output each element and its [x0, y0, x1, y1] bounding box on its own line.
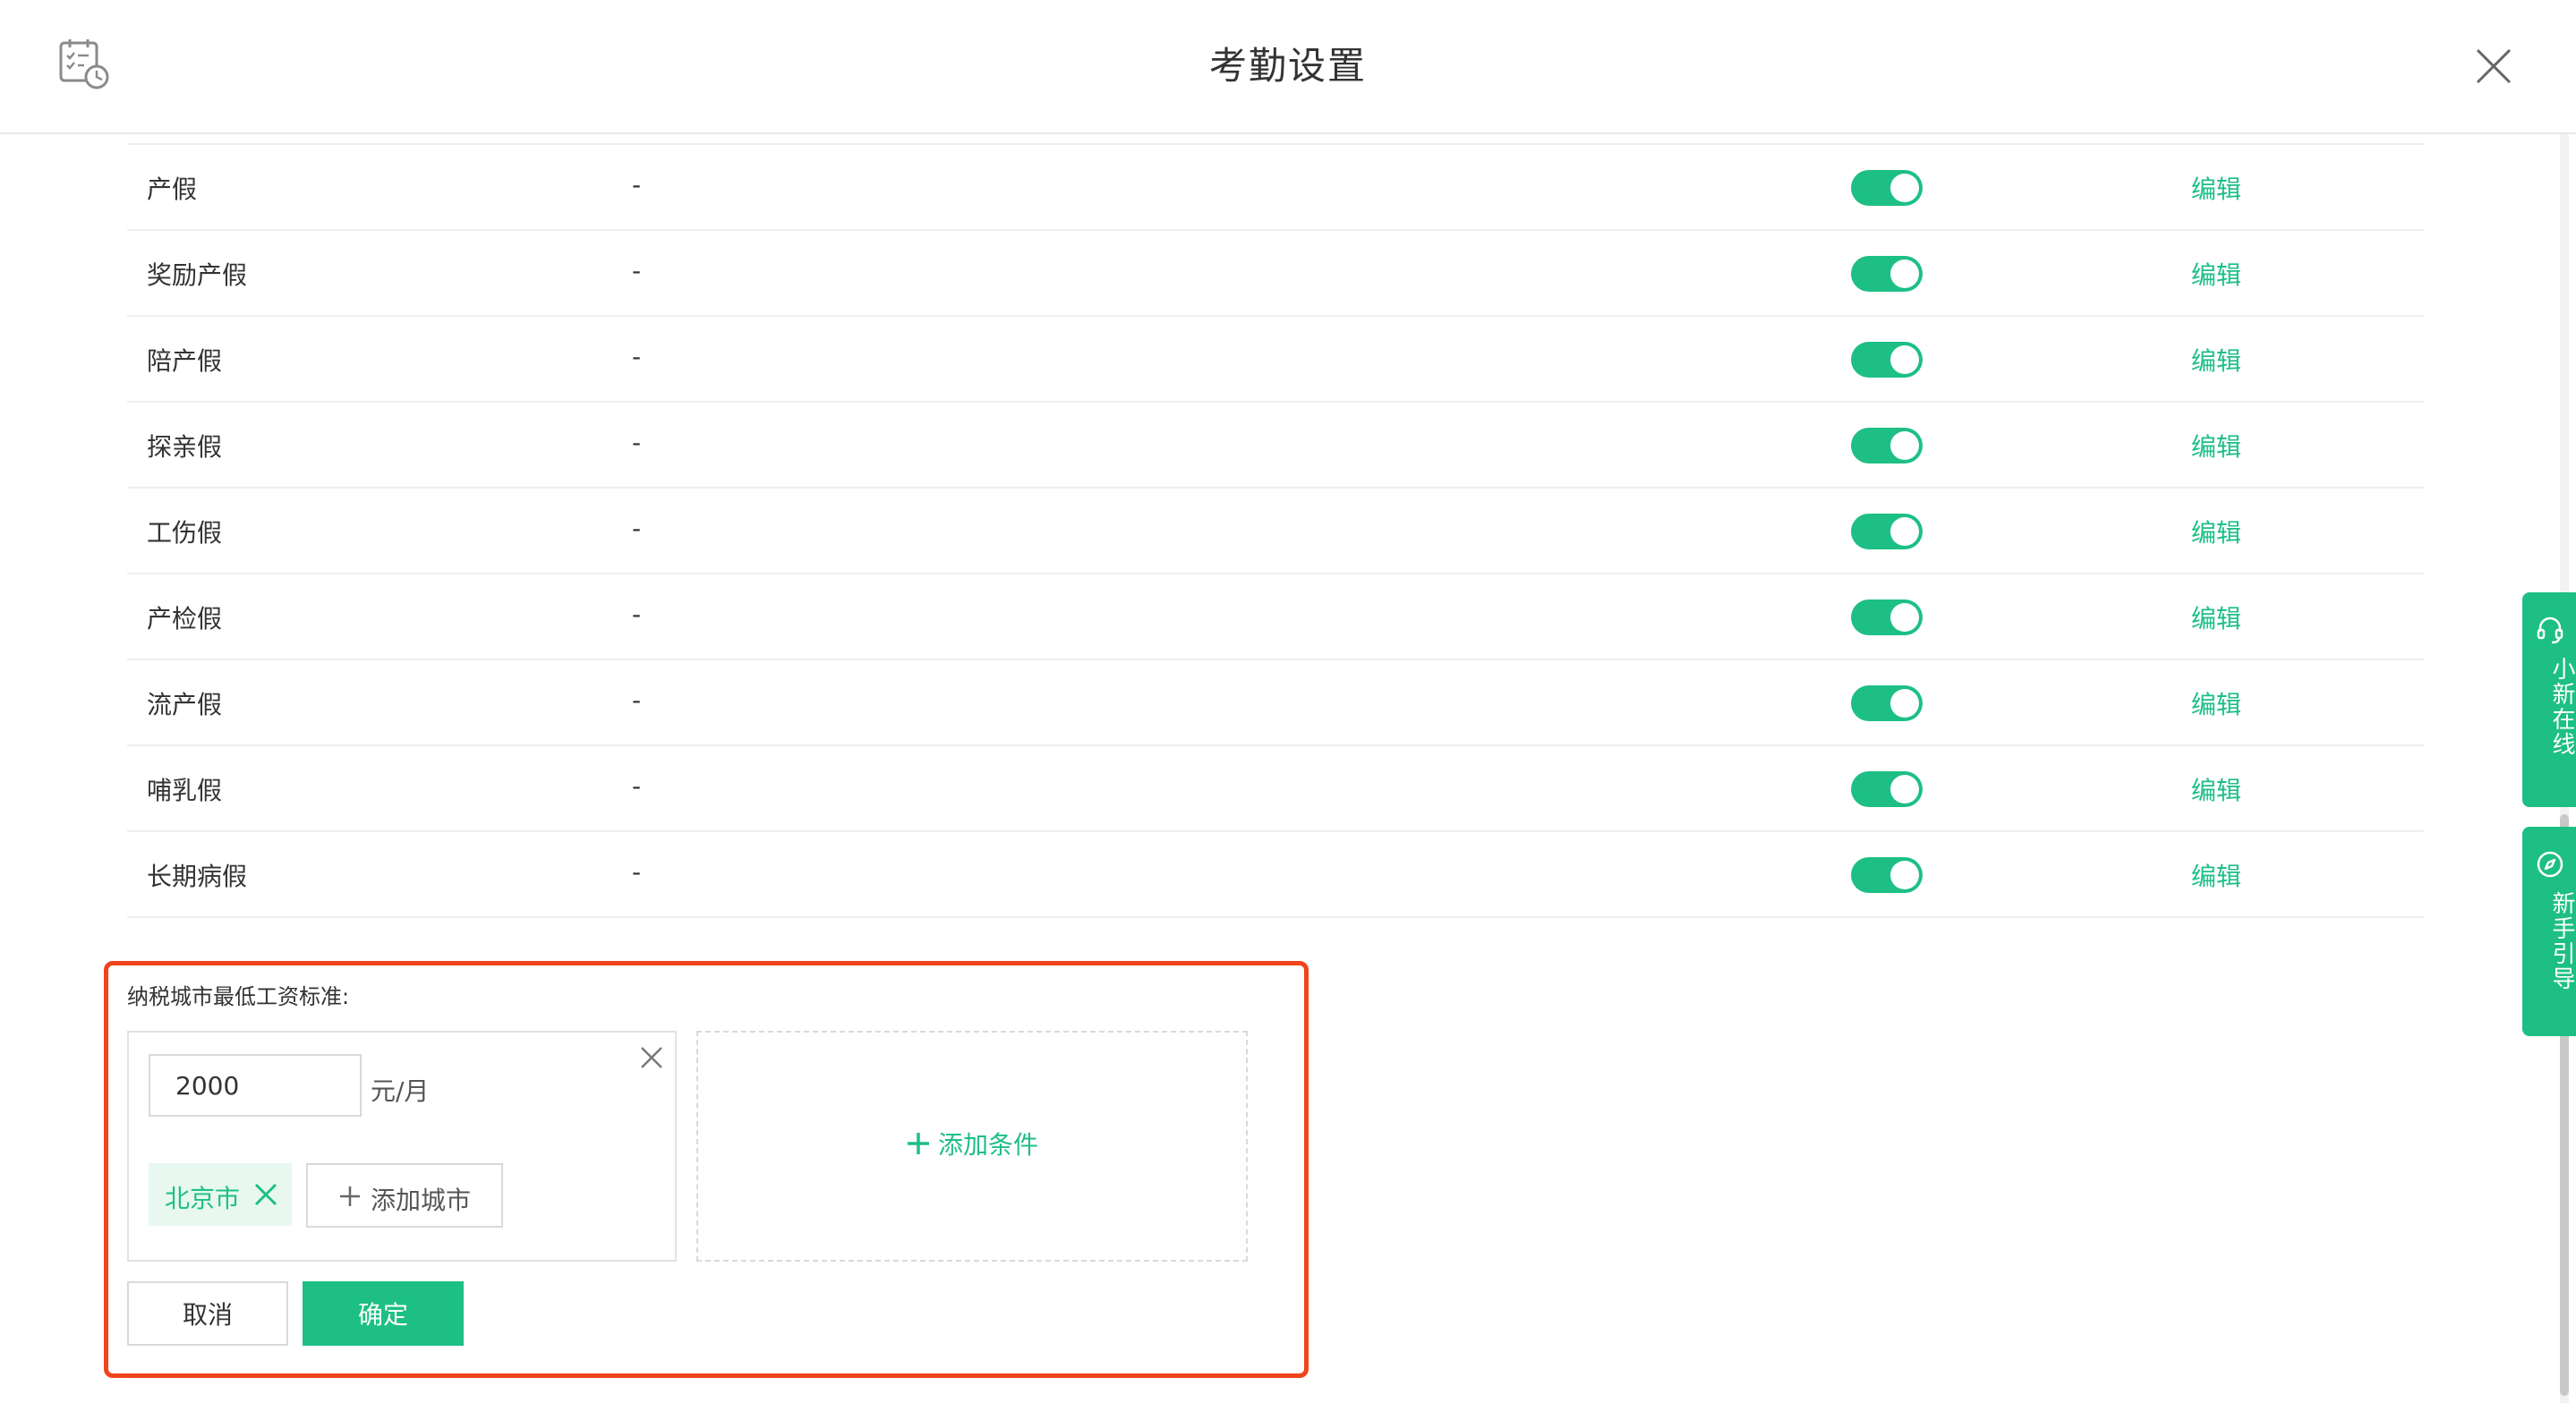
- leave-type-table: 产假 - 编辑 奖励产假 - 编辑 陪产假 - 编辑 探亲假 - 编辑 工伤假 …: [127, 143, 2424, 918]
- table-row: 产假 - 编辑: [127, 145, 2424, 231]
- leave-desc: -: [632, 771, 642, 801]
- toggle-knob: [1890, 517, 1919, 546]
- table-row: 流产假 - 编辑: [127, 660, 2424, 746]
- add-city-button[interactable]: 添加城市: [306, 1163, 503, 1228]
- table-row: 产检假 - 编辑: [127, 574, 2424, 660]
- remove-city-icon[interactable]: [252, 1181, 279, 1208]
- enable-toggle[interactable]: [1851, 857, 1923, 893]
- add-condition-button[interactable]: 添加条件: [696, 1031, 1248, 1262]
- cancel-button[interactable]: 取消: [127, 1281, 288, 1346]
- toggle-knob: [1890, 603, 1919, 632]
- add-city-label: 添加城市: [371, 1186, 472, 1215]
- leave-name: 工伤假: [147, 518, 223, 548]
- online-support-tab[interactable]: 小新在线: [2522, 592, 2576, 807]
- beginner-guide-label: 新手引导: [2548, 891, 2575, 991]
- table-row: 工伤假 - 编辑: [127, 489, 2424, 574]
- toggle-knob: [1890, 174, 1919, 202]
- edit-link[interactable]: 编辑: [2191, 170, 2241, 206]
- toggle-knob: [1890, 431, 1919, 460]
- edit-link[interactable]: 编辑: [2191, 428, 2241, 463]
- compass-icon: [2537, 851, 2563, 878]
- wage-condition-card: 元/月 北京市 添加城市: [127, 1031, 677, 1262]
- leave-desc: -: [632, 428, 642, 457]
- add-condition-label: 添加条件: [937, 1130, 1038, 1160]
- leave-name: 流产假: [147, 690, 223, 719]
- table-row: 长期病假 - 编辑: [127, 832, 2424, 918]
- leave-name: 探亲假: [147, 432, 223, 462]
- leave-desc: -: [632, 256, 642, 285]
- leave-desc: -: [632, 342, 642, 371]
- leave-name: 产检假: [147, 604, 223, 633]
- leave-desc: -: [632, 170, 642, 200]
- leave-name: 陪产假: [147, 346, 223, 376]
- leave-desc: -: [632, 514, 642, 543]
- enable-toggle[interactable]: [1851, 170, 1923, 206]
- table-row: 哺乳假 - 编辑: [127, 746, 2424, 832]
- leave-name: 长期病假: [147, 862, 248, 891]
- plus-icon: [340, 1186, 360, 1206]
- toggle-knob: [1890, 259, 1919, 288]
- edit-link[interactable]: 编辑: [2191, 771, 2241, 807]
- toggle-knob: [1890, 689, 1919, 718]
- beginner-guide-tab[interactable]: 新手引导: [2522, 827, 2576, 1036]
- enable-toggle[interactable]: [1851, 428, 1923, 463]
- edit-link[interactable]: 编辑: [2191, 256, 2241, 292]
- edit-link[interactable]: 编辑: [2191, 514, 2241, 549]
- headset-icon: [2537, 616, 2563, 644]
- toggle-knob: [1890, 861, 1919, 889]
- leave-name: 奖励产假: [147, 260, 248, 290]
- table-row: 探亲假 - 编辑: [127, 403, 2424, 489]
- enable-toggle[interactable]: [1851, 599, 1923, 635]
- plus-icon: [907, 1133, 929, 1154]
- edit-link[interactable]: 编辑: [2191, 685, 2241, 721]
- add-condition-content: 添加条件: [698, 1126, 1246, 1161]
- confirm-button[interactable]: 确定: [303, 1281, 464, 1346]
- toggle-knob: [1890, 775, 1919, 804]
- enable-toggle[interactable]: [1851, 685, 1923, 721]
- table-row: 奖励产假 - 编辑: [127, 231, 2424, 317]
- edit-link[interactable]: 编辑: [2191, 342, 2241, 378]
- edit-link[interactable]: 编辑: [2191, 599, 2241, 635]
- city-tag-label: 北京市: [165, 1184, 241, 1213]
- close-icon[interactable]: [2474, 47, 2513, 86]
- leave-desc: -: [632, 685, 642, 715]
- enable-toggle[interactable]: [1851, 771, 1923, 807]
- leave-desc: -: [632, 599, 642, 629]
- leave-name: 哺乳假: [147, 776, 223, 805]
- wage-unit: 元/月: [371, 1076, 430, 1106]
- online-support-label: 小新在线: [2548, 657, 2575, 757]
- table-row: 陪产假 - 编辑: [127, 317, 2424, 403]
- enable-toggle[interactable]: [1851, 256, 1923, 292]
- modal-header: 考勤设置: [0, 0, 2576, 134]
- wage-section-label: 纳税城市最低工资标准:: [127, 984, 350, 1009]
- modal-title: 考勤设置: [1208, 44, 1367, 88]
- edit-link[interactable]: 编辑: [2191, 857, 2241, 893]
- leave-desc: -: [632, 857, 642, 887]
- city-tag[interactable]: 北京市: [149, 1163, 292, 1226]
- enable-toggle[interactable]: [1851, 514, 1923, 549]
- enable-toggle[interactable]: [1851, 342, 1923, 378]
- leave-name: 产假: [147, 174, 198, 204]
- remove-condition-icon[interactable]: [639, 1045, 664, 1070]
- toggle-knob: [1890, 345, 1919, 374]
- wage-amount-input[interactable]: [149, 1054, 362, 1117]
